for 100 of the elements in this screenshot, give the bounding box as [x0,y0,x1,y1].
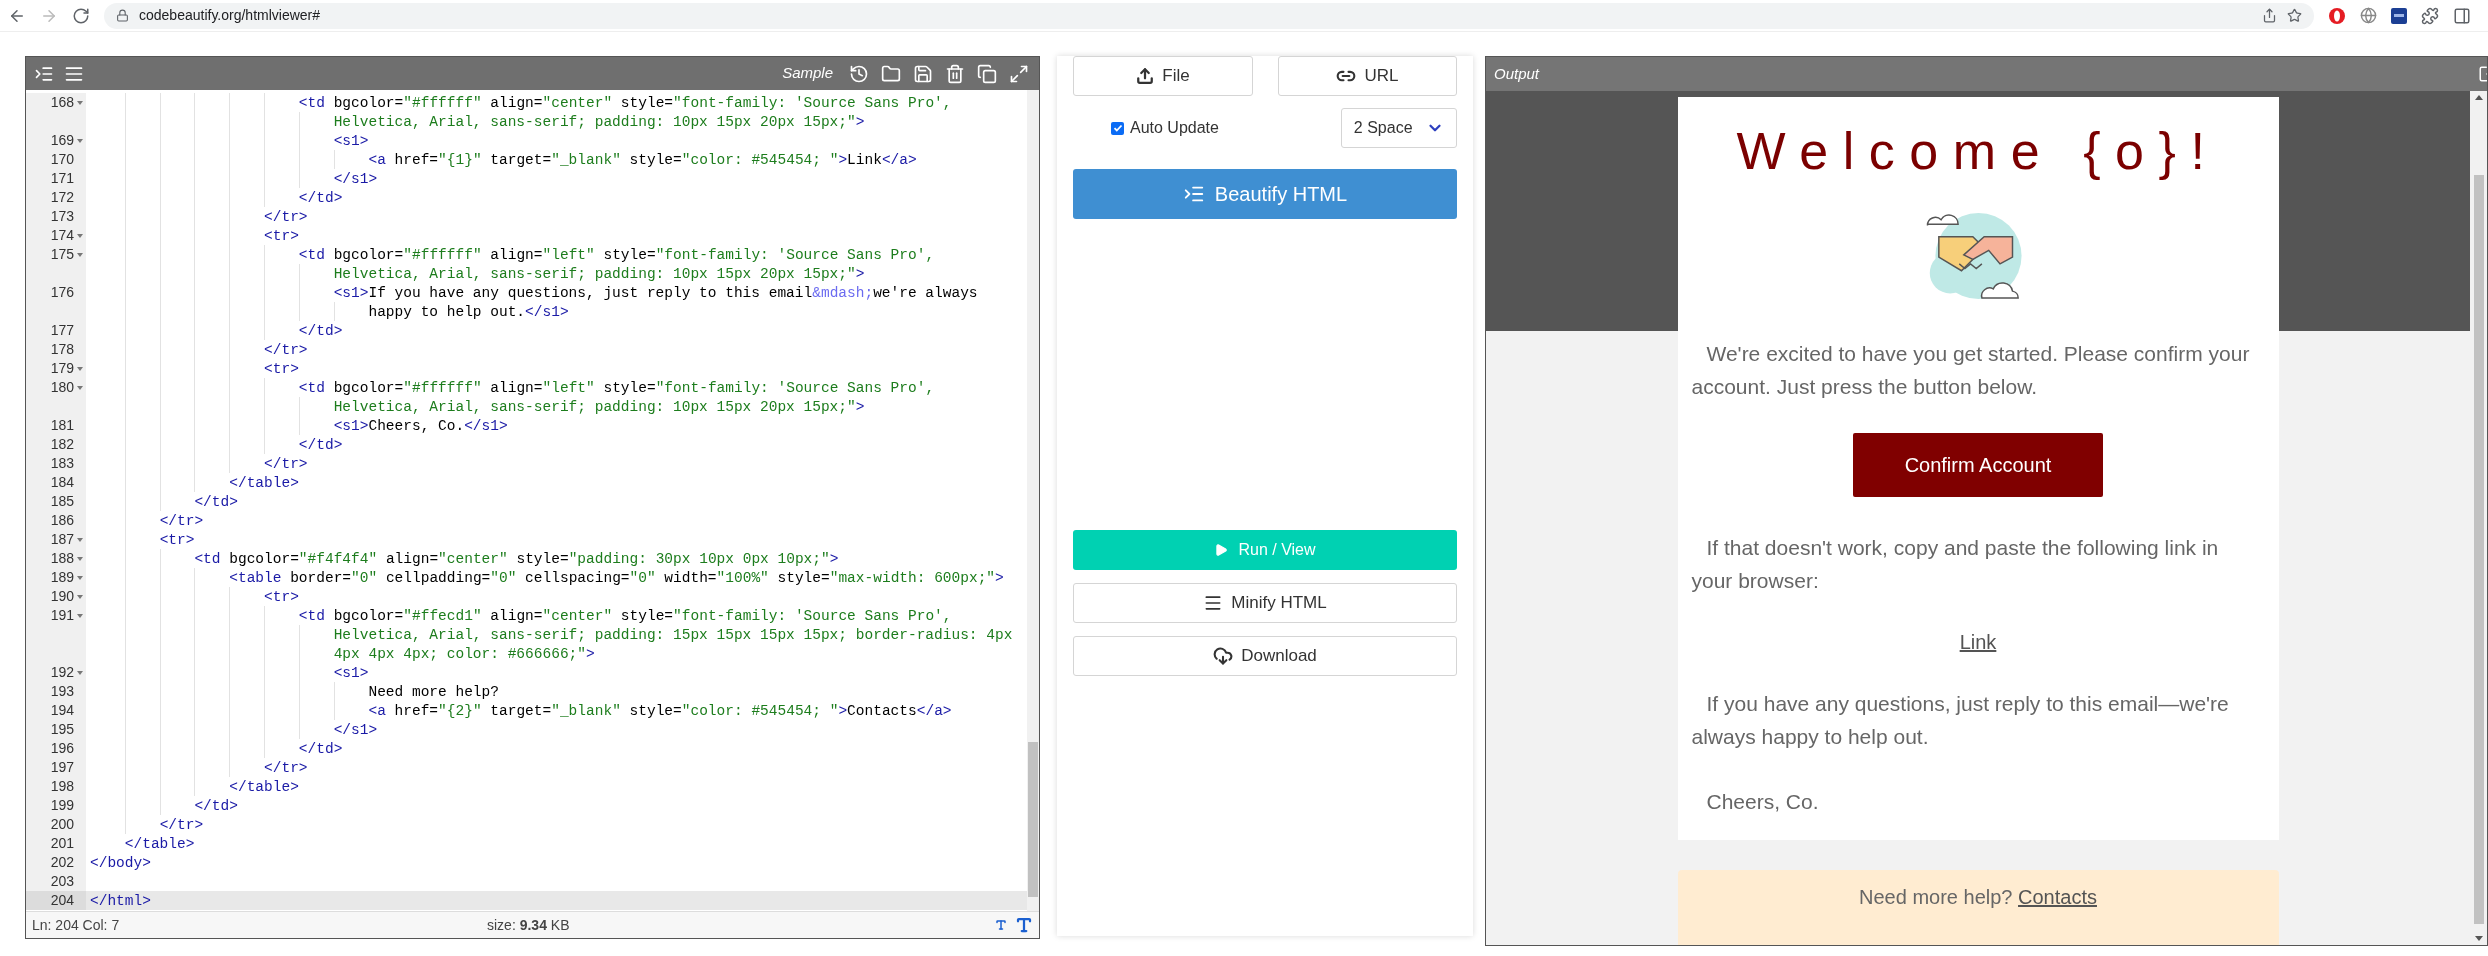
fold-icon[interactable] [77,385,83,390]
code-line: <s1>Cheers, Co.</s1> [332,418,508,434]
line-number: 200 [50,815,74,834]
line-number: 195 [50,720,74,739]
output-title: Output [1494,63,1541,84]
fold-icon[interactable] [77,556,83,561]
sample-link[interactable]: Sample [782,62,833,85]
code-line: Helvetica, Arial, sans-serif; padding: 10px 15px 20px 15px;"> [332,114,865,130]
url-button[interactable]: URL [1278,56,1457,96]
fold-icon[interactable] [77,252,83,257]
line-number: 173 [50,207,74,226]
save-icon[interactable] [913,63,933,84]
line-number: 183 [50,454,74,473]
reload-icon[interactable] [72,6,90,25]
minify-button[interactable]: Minify HTML [1073,583,1457,623]
play-icon [1214,543,1229,557]
code-line: Helvetica, Arial, sans-serif; padding: 10px 15px 20px 15px;"> [332,266,865,282]
expand-icon[interactable] [1009,63,1029,84]
line-number: 179 [50,359,74,378]
auto-update-checkbox[interactable]: Auto Update [1111,116,1341,140]
code-line: </td> [193,494,238,510]
code-line: <tr> [263,361,299,377]
fold-icon[interactable] [77,594,83,599]
code-line: </td> [297,437,343,453]
folder-icon[interactable] [881,63,901,84]
line-number: 197 [50,758,74,777]
line-number: 202 [50,853,74,872]
code-line: <tr> [158,532,195,548]
upload-icon [1136,67,1155,85]
ring-extension-icon[interactable] [2328,6,2346,25]
code-line: <td bgcolor="#f4f4f4" align="center" style="padding: 30px 10px 0px 10px;"> [193,551,839,567]
code-line: </tr> [263,209,308,225]
code-line: <tr> [263,228,299,244]
line-number: 170 [50,150,74,169]
line-number: 178 [50,340,74,359]
code-line: </table> [228,779,299,795]
code-line: happy to help out.</s1> [367,304,569,320]
code-line: <table border="0" cellpadding="0" cellspacing="0" width="100%" style="max-width: 600px;"> [228,570,1004,586]
questions-text: If you have any questions, just reply to this email—we're always happy to help out. [1690,691,2230,750]
email-link[interactable]: Link [1959,627,1997,657]
fallback-text: If that doesn't work, copy and paste the following link in your browser: [1690,535,2220,594]
globe-icon[interactable] [2360,7,2377,24]
help-text: Need more help? Contacts [1859,885,2097,910]
confirm-account-button[interactable]: Confirm Account [1853,433,2103,497]
code-line: <td bgcolor="#ffffff" align="left" style="font-family: 'Source Sans Pro', [297,380,935,396]
code-line: </td> [297,323,343,339]
line-number: 168 [50,93,74,112]
fold-icon[interactable] [77,233,83,238]
indent-select[interactable]: 2 Space [1340,108,1457,148]
scrollbar[interactable] [1027,90,1039,911]
code-line: </s1> [332,171,378,187]
contacts-link[interactable]: Contacts [2018,886,2097,908]
code-line: <s1> [332,133,369,149]
line-number: 196 [50,739,74,758]
line-number: 181 [50,416,74,435]
code-line: </table> [228,475,299,491]
code-line: </s1> [332,722,378,738]
fold-icon[interactable] [77,575,83,580]
fold-icon[interactable] [77,613,83,618]
history-icon[interactable] [849,63,869,84]
line-number: 187 [50,530,74,549]
smaller-font-icon[interactable] [995,919,1007,931]
line-number: 185 [50,492,74,511]
address-bar[interactable]: codebeautify.org/htmlviewer# [104,2,2314,29]
larger-font-icon[interactable] [1015,916,1033,934]
code-line: </td> [297,190,343,206]
scroll-up-icon[interactable] [2474,95,2483,100]
line-number: 176 [50,283,74,302]
line-number: 174 [50,226,74,245]
checkbox[interactable] [1111,121,1124,135]
lock-icon [116,9,129,22]
file-button[interactable]: File [1073,56,1253,96]
share-icon[interactable] [2262,8,2277,23]
code-line: </table> [123,836,195,852]
line-number: 198 [50,777,74,796]
welcome-heading: Welcome {o}! [1736,121,2220,182]
line-number: 177 [50,321,74,340]
line-number: 175 [50,245,74,264]
star-icon[interactable] [2287,8,2302,23]
code-line: Helvetica, Arial, sans-serif; padding: 15px 15px 15px 15px; border-radius: 4px [332,627,1013,643]
fold-icon[interactable] [77,138,83,143]
line-number: 190 [50,587,74,606]
tile-extension-icon[interactable] [2391,7,2407,24]
puzzle-icon[interactable] [2421,6,2439,25]
code-line: 4px 4px 4px; color: #666666;"> [332,646,595,662]
code-line: Helvetica, Arial, sans-serif; padding: 10px 15px 20px 15px;"> [332,399,865,415]
line-number: 194 [50,701,74,720]
copy-icon[interactable] [977,63,997,84]
line-number: 188 [50,549,74,568]
fold-icon[interactable] [77,366,83,371]
download-button[interactable]: Download [1073,636,1457,676]
side-panel-icon[interactable] [2453,6,2471,25]
fold-icon[interactable] [77,537,83,542]
code-line: </tr> [158,513,204,529]
code-line: <td bgcolor="#ffffff" align="left" style="font-family: 'Source Sans Pro', [297,247,935,263]
delete-icon[interactable] [945,63,965,84]
fold-icon[interactable] [77,670,83,675]
scroll-down-icon[interactable] [2474,936,2483,941]
file-size: size: 9.34 KB [487,915,571,935]
fold-icon[interactable] [77,100,83,105]
